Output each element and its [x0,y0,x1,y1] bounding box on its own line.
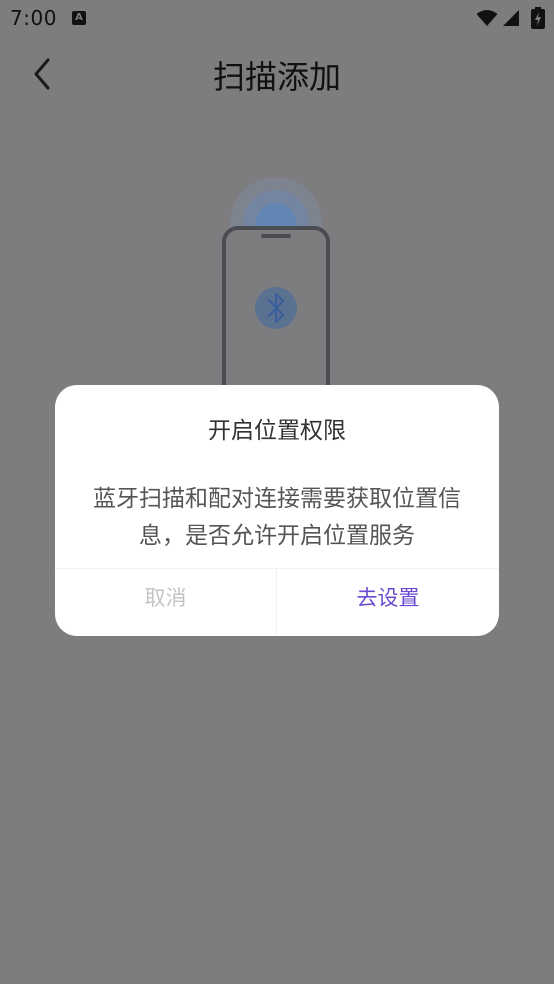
dialog-message: 蓝牙扫描和配对连接需要获取位置信 息，是否允许开启位置服务 [75,481,479,555]
status-time: 7:00 [10,6,57,30]
cancel-button[interactable]: 取消 [55,569,276,636]
dialog-message-line-1: 蓝牙扫描和配对连接需要获取位置信 [93,486,461,512]
permission-dialog: 开启位置权限 蓝牙扫描和配对连接需要获取位置信 息，是否允许开启位置服务 取消 … [55,385,499,636]
battery-icon [531,7,545,29]
dialog-message-line-2: 息，是否允许开启位置服务 [139,523,415,549]
page-title: 扫描添加 [212,58,341,96]
status-bar: 7:00 A [0,0,554,38]
bluetooth-icon [255,287,297,329]
notification-icon: A [72,11,86,25]
go-to-settings-button[interactable]: 去设置 [277,569,499,636]
phone-scan-illustration [222,178,330,398]
wifi-icon [476,10,498,26]
dialog-title: 开启位置权限 [208,418,346,444]
signal-icon [503,10,519,26]
